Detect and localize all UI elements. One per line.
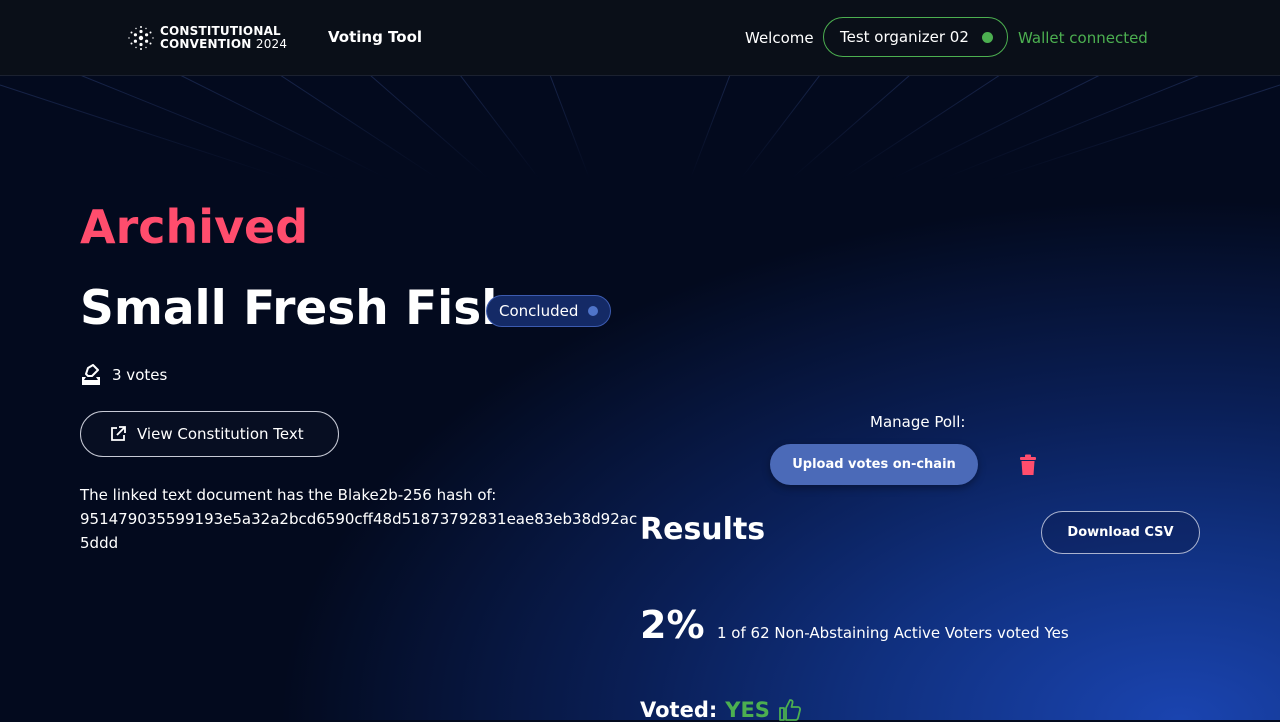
ballot-box-icon bbox=[82, 364, 100, 385]
logo-wordmark: CONSTITUTIONAL CONVENTION 2024 bbox=[160, 25, 287, 51]
voting-tool-link[interactable]: Voting Tool bbox=[328, 28, 422, 46]
download-csv-button[interactable]: Download CSV bbox=[1041, 511, 1200, 554]
user-name: Test organizer 02 bbox=[840, 28, 969, 46]
view-constitution-button[interactable]: View Constitution Text bbox=[80, 411, 339, 457]
logo-line2: CONVENTION bbox=[160, 37, 252, 51]
poll-title: Small Fresh Fish bbox=[80, 281, 515, 336]
vote-count-text: 3 votes bbox=[112, 366, 168, 384]
background-grid bbox=[0, 75, 1280, 180]
hash-label: The linked text document has the Blake2b… bbox=[80, 486, 497, 504]
view-constitution-label: View Constitution Text bbox=[137, 425, 304, 443]
external-link-icon bbox=[111, 426, 126, 441]
hash-value: 951479035599193e5a32a2bcd6590cff48d51873… bbox=[80, 510, 638, 552]
connected-dot-icon bbox=[982, 31, 993, 43]
wallet-status: Wallet connected bbox=[1018, 29, 1148, 47]
archived-label: Archived bbox=[80, 200, 309, 254]
results-heading: Results bbox=[640, 512, 766, 547]
delete-poll-icon[interactable] bbox=[1018, 454, 1038, 476]
top-navbar: CONSTITUTIONAL CONVENTION 2024 Voting To… bbox=[0, 0, 1280, 76]
vote-count: 3 votes bbox=[80, 364, 167, 386]
results-summary: 1 of 62 Non-Abstaining Active Voters vot… bbox=[717, 624, 1069, 642]
thumbs-up-icon bbox=[779, 699, 801, 721]
voted-value: YES bbox=[725, 698, 770, 722]
yes-percent: 2% bbox=[640, 603, 705, 647]
status-dot-icon bbox=[588, 306, 599, 316]
status-text: Concluded bbox=[499, 302, 579, 320]
voted-label: Voted: bbox=[640, 698, 718, 722]
welcome-text: Welcome bbox=[745, 29, 814, 47]
convention-logo[interactable]: CONSTITUTIONAL CONVENTION 2024 bbox=[128, 24, 298, 52]
manage-poll-label: Manage Poll: bbox=[870, 413, 966, 431]
logo-year: 2024 bbox=[255, 37, 288, 51]
user-menu-button[interactable]: Test organizer 02 bbox=[823, 17, 1008, 57]
cardano-icon bbox=[128, 26, 154, 50]
upload-votes-button[interactable]: Upload votes on-chain bbox=[770, 444, 978, 485]
user-vote: Voted: YES bbox=[640, 698, 802, 722]
status-badge: Concluded bbox=[486, 295, 612, 327]
